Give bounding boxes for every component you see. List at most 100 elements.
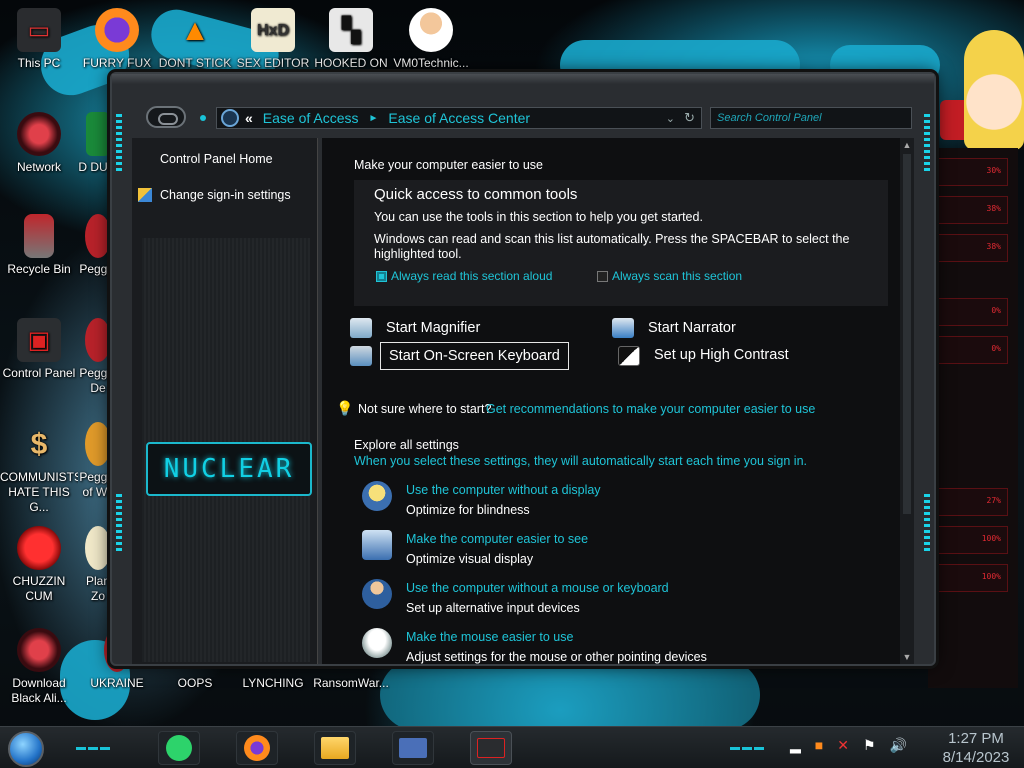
scan-section-checkbox[interactable] <box>597 271 608 282</box>
narrator-icon <box>612 318 634 338</box>
hex-editor-icon: HxD <box>251 8 295 52</box>
window-frame-accent <box>116 114 122 174</box>
desktop-icon-oops[interactable]: OOPS <box>156 676 234 691</box>
hud-row: 0% <box>936 336 1008 364</box>
desktop-icon-communists[interactable]: $ COMMUNISTS HATE THIS G... <box>0 422 78 515</box>
sidebar-link-change-signin[interactable]: Change sign-in settings <box>160 188 291 202</box>
breadcrumb-ease-of-access-center[interactable]: Ease of Access Center <box>388 110 530 126</box>
desktop-icon-ransomware[interactable]: RansomWar... <box>312 676 390 691</box>
desktop-icon-label: VM0Technic... <box>393 56 469 70</box>
taskbar-clock[interactable]: 1:27 PM 8/14/2023 <box>934 729 1018 767</box>
read-aloud-checkbox[interactable] <box>376 271 387 282</box>
recommendations-link[interactable]: Get recommendations to make your compute… <box>486 402 815 416</box>
hud-row: 38% <box>936 234 1008 262</box>
desktop-icon-this-pc[interactable]: ▭ This PC <box>0 8 78 71</box>
scan-section-label[interactable]: Always scan this section <box>612 269 742 283</box>
desktop-icon-vm0technic[interactable]: VM0Technic... <box>392 8 470 71</box>
chuzzle-icon <box>17 526 61 570</box>
magnifier-icon <box>350 318 372 338</box>
window-frame-accent <box>924 114 930 174</box>
option-desc-no-display: Optimize for blindness <box>406 503 530 517</box>
page-heading: Make your computer easier to use <box>354 158 543 172</box>
desktop-icon-network[interactable]: Network <box>0 112 78 175</box>
desktop-icon-sex-editor[interactable]: HxD SEX EDITOR <box>234 8 312 71</box>
option-link-easier-see[interactable]: Make the computer easier to see <box>406 532 588 546</box>
start-narrator-button[interactable]: Start Narrator <box>640 316 744 340</box>
control-panel-icon: ▣ <box>17 318 61 362</box>
desktop-icon-control-panel[interactable]: ▣ Control Panel <box>0 318 78 381</box>
scroll-down-icon[interactable]: ▼ <box>902 652 912 662</box>
clock-time: 1:27 PM <box>948 730 1004 747</box>
desktop-icon-label: Network <box>16 160 61 174</box>
character-figure <box>964 30 1024 150</box>
desktop-icon-chuzzin-cum[interactable]: CHUZZIN CUM <box>0 526 78 604</box>
hud-row: 100% <box>936 526 1008 554</box>
option-link-no-display[interactable]: Use the computer without a display <box>406 483 601 497</box>
hud-value: 38% <box>986 242 1001 251</box>
taskbar-accent: ▬▬▬ <box>76 742 112 753</box>
peggle-icon <box>85 214 111 258</box>
desktop-icon-lynching[interactable]: LYNCHING <box>234 676 312 691</box>
taskbar-app-firefox[interactable] <box>236 731 278 765</box>
address-overflow-button[interactable]: « <box>245 110 253 126</box>
clock-date: 8/14/2023 <box>942 749 1010 766</box>
hud-value: 38% <box>986 204 1001 213</box>
window-title-strip[interactable] <box>112 74 934 84</box>
desktop-icon-download-black[interactable]: Download Black Ali... <box>0 628 78 706</box>
option-link-no-mouse[interactable]: Use the computer without a mouse or keyb… <box>406 581 669 595</box>
option-link-mouse[interactable]: Make the mouse easier to use <box>406 630 573 644</box>
taskbar-app-green-chat[interactable] <box>158 731 200 765</box>
app-icon <box>477 738 505 758</box>
high-contrast-button[interactable]: Set up High Contrast <box>646 343 797 367</box>
desktop-icon-hooked-on[interactable]: ▚ HOOKED ON <box>312 8 390 71</box>
tray-app-icon[interactable]: ■ <box>815 737 823 754</box>
signin-settings-icon <box>138 188 152 202</box>
search-input[interactable]: Search Control Panel <box>710 107 912 129</box>
scrollbar-thumb[interactable] <box>903 154 911 514</box>
refresh-icon[interactable]: ↻ <box>684 110 695 126</box>
vertical-scrollbar[interactable]: ▲ ▼ <box>900 138 914 664</box>
window-frame-accent <box>116 494 122 554</box>
sidebar: Control Panel Home Change sign-in settin… <box>132 138 318 664</box>
plant-icon <box>85 526 111 570</box>
display-off-icon <box>362 481 392 511</box>
breadcrumb-ease-of-access[interactable]: Ease of Access <box>263 110 359 126</box>
window-frame-accent <box>924 494 930 554</box>
address-bar[interactable]: « Ease of Access ► Ease of Access Center… <box>216 107 702 129</box>
app-icon <box>86 112 110 156</box>
scroll-up-icon[interactable]: ▲ <box>902 140 912 150</box>
read-aloud-label[interactable]: Always read this section aloud <box>391 269 552 283</box>
wallpaper-stroke <box>380 660 760 730</box>
hud-value: 30% <box>986 166 1001 175</box>
desktop-icon-furry-fux[interactable]: FURRY FUX <box>78 8 156 71</box>
tray-flag-icon[interactable]: ⚑ <box>863 737 876 754</box>
hint-text: Not sure where to start? <box>358 402 492 416</box>
desktop-icon-label: UKRAINE <box>90 676 144 690</box>
high-contrast-icon <box>618 346 640 366</box>
sidebar-link-control-panel-home[interactable]: Control Panel Home <box>160 152 273 166</box>
desktop-icon-label: Recycle Bin <box>7 262 71 276</box>
network-icon <box>17 112 61 156</box>
tray-network-icon[interactable]: ✕ <box>837 737 849 754</box>
breadcrumb-separator-icon[interactable]: ► <box>369 113 379 124</box>
lightbulb-icon: 💡 <box>336 400 354 416</box>
download-icon <box>17 628 61 672</box>
option-desc-mouse: Adjust settings for the mouse or other p… <box>406 650 707 664</box>
back-forward-buttons[interactable] <box>146 106 186 128</box>
start-onscreen-keyboard-button[interactable]: Start On-Screen Keyboard <box>380 342 569 370</box>
desktop-icon-dont-stick[interactable]: ▲ DONT STICK <box>156 8 234 71</box>
vlc-cone-icon: ▲ <box>180 13 210 47</box>
quick-access-section: Quick access to common tools You can use… <box>354 180 888 306</box>
mouse-icon <box>362 628 392 658</box>
tray-arrow-icon[interactable]: ▂ <box>790 737 801 754</box>
taskbar-app-control-panel[interactable] <box>392 731 434 765</box>
tray-volume-icon[interactable]: 🔊 <box>890 737 907 754</box>
desktop-icon-label: Download Black Ali... <box>11 676 67 705</box>
taskbar-app-active-window[interactable] <box>470 731 512 765</box>
desktop-icon-recycle-bin[interactable]: Recycle Bin <box>0 214 78 277</box>
address-dropdown-icon[interactable]: ⌄ <box>666 112 675 125</box>
start-button[interactable] <box>8 731 44 767</box>
quick-access-scan-info: Windows can read and scan this list auto… <box>374 232 850 246</box>
start-magnifier-button[interactable]: Start Magnifier <box>378 316 488 340</box>
taskbar-app-file-explorer[interactable] <box>314 731 356 765</box>
